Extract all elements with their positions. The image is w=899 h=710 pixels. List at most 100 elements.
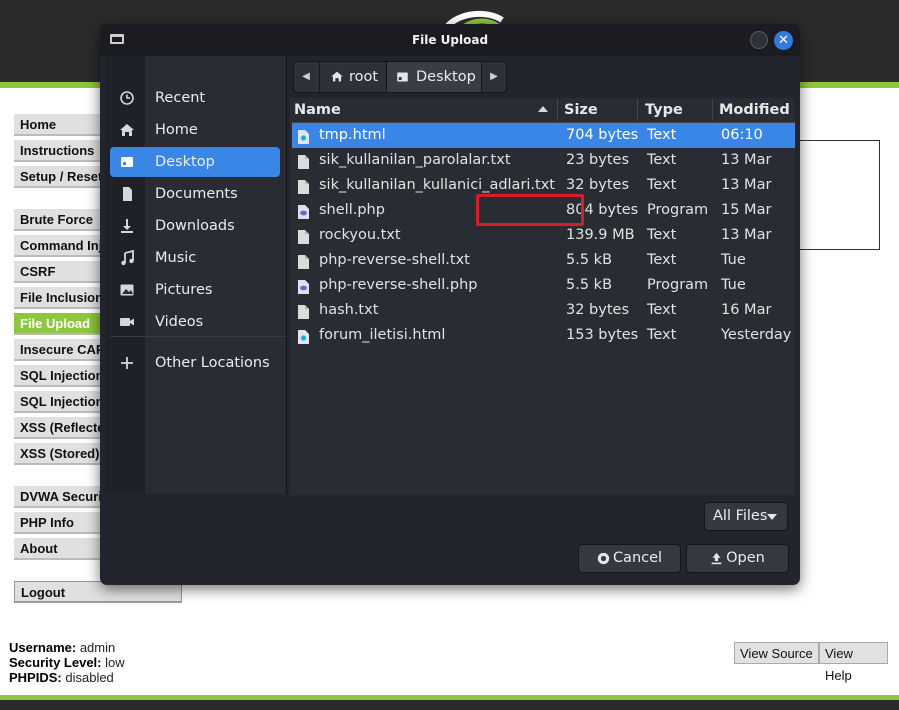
file-modified: 13 Mar bbox=[721, 227, 772, 243]
file-size: 32 bytes bbox=[566, 302, 630, 318]
sidebar-item-music[interactable]: Music bbox=[110, 243, 280, 273]
file-type: Text bbox=[647, 152, 677, 168]
sidebar-divider bbox=[286, 56, 287, 494]
open-button[interactable]: Open bbox=[686, 544, 789, 573]
column-name[interactable]: Name bbox=[294, 98, 341, 122]
file-row[interactable]: forum_iletisi.html 153 bytes Text Yesterday bbox=[292, 323, 795, 348]
text-file-icon bbox=[298, 154, 309, 169]
file-row[interactable]: hash.txt 32 bytes Text 16 Mar bbox=[292, 298, 795, 323]
path-forward-icon[interactable]: ▶ bbox=[482, 62, 506, 92]
column-modified[interactable]: Modified bbox=[719, 98, 790, 122]
sidebar-item-label: Videos bbox=[155, 314, 204, 330]
sidebar-item-desktop[interactable]: Desktop bbox=[110, 147, 280, 177]
sidebar-item-downloads[interactable]: Downloads bbox=[110, 211, 280, 241]
dialog-titlebar: File Upload ✕ bbox=[100, 24, 800, 56]
sidebar-item-label: Desktop bbox=[155, 154, 215, 170]
sidebar-item-other-locations[interactable]: Other Locations bbox=[110, 348, 280, 378]
video-icon bbox=[120, 318, 134, 326]
file-type: Text bbox=[647, 177, 677, 193]
minimize-button[interactable] bbox=[750, 31, 768, 49]
cancel-button[interactable]: Cancel bbox=[578, 544, 681, 573]
cancel-label: Cancel bbox=[612, 550, 663, 566]
sidebar-item-label: Pictures bbox=[155, 282, 213, 298]
column-divider bbox=[637, 99, 638, 121]
dvwa-footer bbox=[0, 695, 899, 710]
file-row[interactable]: tmp.html 704 bytes Text 06:10 bbox=[292, 123, 795, 148]
path-back-icon[interactable]: ◀ bbox=[294, 62, 318, 92]
file-size: 139.9 MB bbox=[566, 227, 635, 243]
column-divider bbox=[712, 99, 713, 121]
sort-ascending-icon bbox=[538, 106, 548, 112]
file-list-header: Name Size Type Modified bbox=[290, 98, 795, 123]
column-type[interactable]: Type bbox=[645, 98, 683, 122]
file-row[interactable]: sik_kullanilan_parolalar.txt 23 bytes Text… bbox=[292, 148, 795, 173]
file-name: forum_iletisi.html bbox=[319, 327, 446, 343]
file-filter-dropdown[interactable]: All Files bbox=[704, 502, 788, 531]
clock-icon bbox=[120, 91, 134, 105]
file-size: 704 bytes bbox=[566, 127, 639, 143]
sidebar-item-home[interactable]: Home bbox=[110, 115, 280, 145]
file-modified: 16 Mar bbox=[721, 302, 772, 318]
file-filter-label: All Files bbox=[713, 508, 768, 524]
path-button-desktop[interactable]: Desktop bbox=[387, 62, 481, 92]
path-root-label: root bbox=[349, 69, 379, 85]
php-file-icon bbox=[298, 204, 309, 219]
file-modified: 06:10 bbox=[721, 127, 763, 143]
phpids-value: disabled bbox=[65, 670, 114, 685]
upload-icon bbox=[711, 552, 722, 564]
close-button[interactable]: ✕ bbox=[774, 31, 793, 50]
places-sidebar: Recent Home Desktop Documents Downloads … bbox=[105, 56, 286, 494]
file-name: tmp.html bbox=[319, 127, 386, 143]
view-source-button[interactable]: View Source bbox=[734, 642, 819, 664]
sidebar-item-label: Downloads bbox=[155, 218, 235, 234]
plus-icon bbox=[121, 357, 133, 369]
document-icon bbox=[123, 187, 132, 201]
sidebar-item-label: Documents bbox=[155, 186, 238, 202]
selection-highlight-box bbox=[476, 194, 584, 226]
text-file-icon bbox=[298, 179, 309, 194]
file-list: Name Size Type Modified tmp.html 704 byte… bbox=[290, 98, 795, 495]
text-file-icon bbox=[298, 229, 309, 244]
home-icon bbox=[120, 124, 134, 136]
username-label: Username: bbox=[9, 640, 77, 655]
phpids-label: PHPIDS: bbox=[9, 670, 62, 685]
file-size: 23 bytes bbox=[566, 152, 630, 168]
music-icon bbox=[121, 250, 134, 266]
sidebar-item-documents[interactable]: Documents bbox=[110, 179, 280, 209]
file-type: Text bbox=[647, 302, 677, 318]
sidebar-item-recent[interactable]: Recent bbox=[110, 83, 280, 113]
file-name: sik_kullanilan_parolalar.txt bbox=[319, 152, 511, 168]
path-bar: ◀ root Desktop ▶ bbox=[293, 61, 507, 93]
file-modified: Tue bbox=[721, 277, 746, 293]
sidebar-item-pictures[interactable]: Pictures bbox=[110, 275, 280, 305]
file-name: rockyou.txt bbox=[319, 227, 401, 243]
file-type: Text bbox=[647, 227, 677, 243]
file-row[interactable]: php-reverse-shell.php 5.5 kB Program Tue bbox=[292, 273, 795, 298]
file-modified: Tue bbox=[721, 252, 746, 268]
upload-form-box bbox=[790, 140, 880, 250]
sidebar-separator bbox=[110, 336, 286, 337]
file-row[interactable]: rockyou.txt 139.9 MB Text 13 Mar bbox=[292, 223, 795, 248]
text-file-icon bbox=[298, 304, 309, 319]
desktop-icon bbox=[121, 157, 133, 167]
home-icon bbox=[331, 71, 343, 82]
dialog-title: File Upload bbox=[411, 33, 489, 47]
file-row[interactable]: php-reverse-shell.txt 5.5 kB Text Tue bbox=[292, 248, 795, 273]
file-type: Text bbox=[647, 327, 677, 343]
file-type: Program bbox=[647, 202, 709, 218]
view-help-button[interactable]: View Help bbox=[819, 642, 888, 683]
file-upload-dialog: File Upload ✕ Recent Home Desktop Docume… bbox=[100, 24, 800, 585]
path-desktop-label: Desktop bbox=[416, 69, 476, 85]
desktop-icon bbox=[397, 72, 408, 82]
path-button-root[interactable]: root bbox=[320, 62, 386, 92]
file-modified: 15 Mar bbox=[721, 202, 772, 218]
file-name: php-reverse-shell.php bbox=[319, 277, 478, 293]
file-type: Text bbox=[647, 252, 677, 268]
column-size[interactable]: Size bbox=[564, 98, 598, 122]
sidebar-item-videos[interactable]: Videos bbox=[110, 307, 280, 337]
file-name: shell.php bbox=[319, 202, 385, 218]
sidebar-item-label: Recent bbox=[155, 90, 206, 106]
text-file-icon bbox=[298, 254, 309, 269]
picture-icon bbox=[120, 284, 134, 296]
user-info: Username: admin Security Level: low PHPI… bbox=[9, 640, 125, 685]
